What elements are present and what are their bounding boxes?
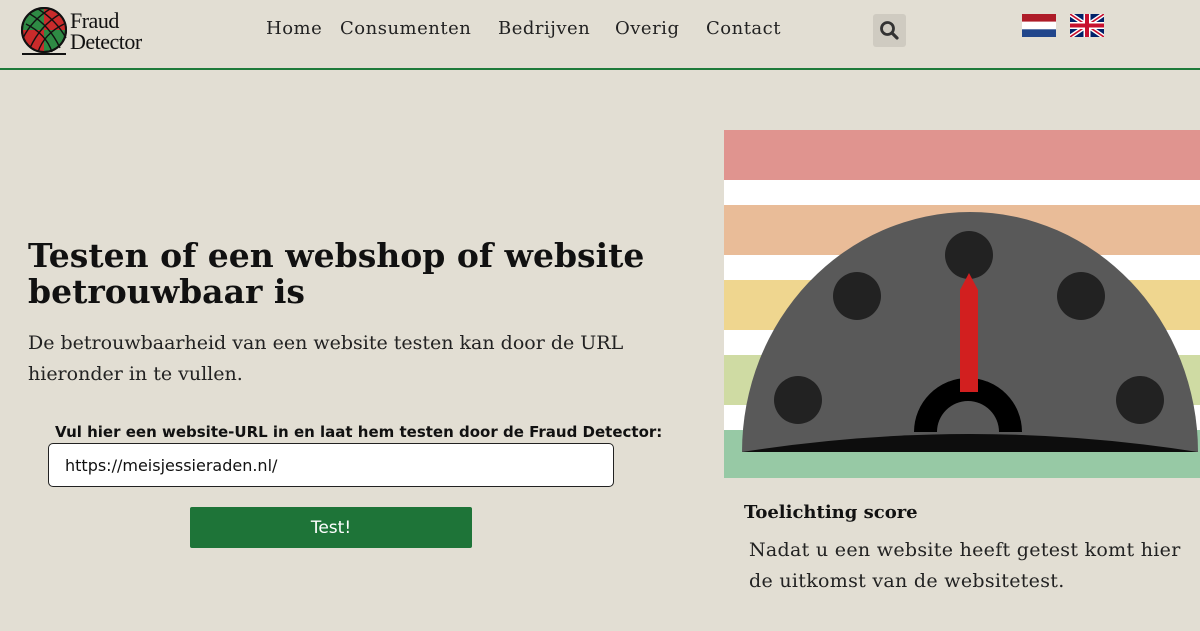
brand-line-1: Fraud bbox=[70, 8, 119, 33]
site-logo[interactable]: Fraud Detector bbox=[20, 6, 160, 56]
page-title: Testen of een webshop of website betrouw… bbox=[28, 236, 645, 311]
gauge-band-red bbox=[724, 130, 1200, 180]
url-input[interactable] bbox=[48, 443, 614, 487]
flag-uk-icon[interactable] bbox=[1070, 14, 1104, 37]
page-description: De betrouwbaarheid van een website teste… bbox=[28, 332, 624, 385]
url-field-label: Vul hier een website-URL in en laat hem … bbox=[55, 423, 663, 441]
score-explanation: Nadat u een website heeft getest komt hi… bbox=[749, 539, 1181, 592]
globe-logo-icon bbox=[21, 7, 67, 55]
trust-gauge-illustration bbox=[724, 130, 1200, 478]
site-header: Fraud Detector Home Consumenten Bedrijve… bbox=[0, 0, 1200, 70]
search-button[interactable] bbox=[873, 14, 906, 47]
gauge-marker bbox=[945, 231, 993, 279]
nav-item-home[interactable]: Home bbox=[266, 18, 322, 39]
nav-item-contact[interactable]: Contact bbox=[706, 18, 781, 39]
nav-item-consumenten[interactable]: Consumenten bbox=[340, 18, 471, 39]
gauge-marker bbox=[1057, 272, 1105, 320]
gauge-marker bbox=[1116, 376, 1164, 424]
brand-line-2: Detector bbox=[70, 29, 142, 54]
gauge-marker bbox=[833, 272, 881, 320]
gauge-marker bbox=[774, 376, 822, 424]
nav-item-overig[interactable]: Overig bbox=[615, 18, 679, 39]
nav-item-bedrijven[interactable]: Bedrijven bbox=[498, 18, 590, 39]
test-button[interactable]: Test! bbox=[190, 507, 472, 548]
flag-netherlands-icon[interactable] bbox=[1022, 14, 1056, 37]
gauge-needle bbox=[960, 273, 978, 392]
brand-name: Fraud Detector bbox=[70, 8, 142, 54]
score-title: Toelichting score bbox=[744, 502, 918, 523]
search-icon bbox=[880, 21, 899, 40]
